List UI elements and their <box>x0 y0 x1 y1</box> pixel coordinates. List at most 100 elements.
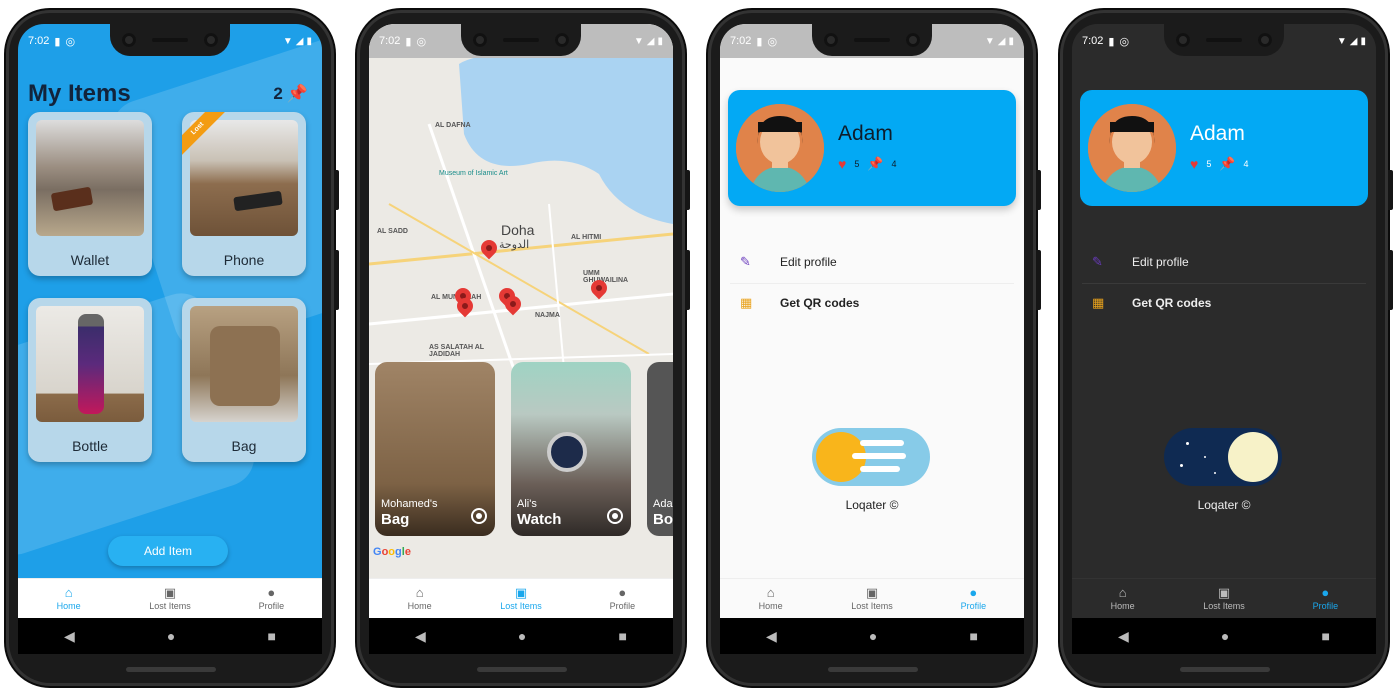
wallet-icon: ▣ <box>514 585 528 600</box>
power-button <box>334 170 339 210</box>
battery-icon: ▮ <box>306 35 312 47</box>
home-icon: ⌂ <box>1118 585 1127 600</box>
home-circle-icon[interactable]: ● <box>1221 628 1229 644</box>
speaker <box>854 38 890 42</box>
back-icon[interactable]: ◀ <box>1118 628 1129 645</box>
back-icon[interactable]: ◀ <box>415 628 426 645</box>
moon-icon <box>1228 432 1278 482</box>
tab-label: Profile <box>258 601 285 611</box>
phone-photo <box>190 120 298 236</box>
home-circle-icon[interactable]: ● <box>869 628 877 644</box>
star <box>1214 472 1216 474</box>
person-icon: ● <box>969 585 978 600</box>
tab-label: Lost Items <box>851 601 893 611</box>
tab-profile[interactable]: ● Profile <box>1275 579 1376 618</box>
tab-label: Home <box>56 601 81 611</box>
avatar[interactable] <box>1088 104 1176 192</box>
hearts-count: 5 <box>1206 159 1212 169</box>
avatar-illustration <box>1088 104 1176 192</box>
tab-home[interactable]: ⌂ Home <box>369 579 470 618</box>
home-circle-icon[interactable]: ● <box>167 628 175 644</box>
tab-home[interactable]: ⌂ Home <box>18 579 119 618</box>
lost-item-card[interactable]: Ali's Watch <box>511 362 631 536</box>
locate-icon[interactable] <box>471 508 487 524</box>
map-label: Museum of Islamic Art <box>439 170 508 177</box>
profile-name: Adam <box>1190 122 1245 145</box>
qr-code-icon: ▦ <box>740 295 753 310</box>
notch <box>812 24 932 56</box>
tab-lost-items[interactable]: ▣ Lost Items <box>821 579 922 618</box>
system-nav-bar: ◀ ● ■ <box>1072 618 1376 654</box>
sync-icon: ◎ <box>767 35 778 48</box>
item-card-wallet[interactable]: Wallet <box>28 112 152 276</box>
volume-button <box>685 250 690 310</box>
lost-item-card[interactable]: Ada Bo <box>647 362 673 536</box>
notch <box>110 24 230 56</box>
clock: 7:02 <box>730 35 752 47</box>
tab-lost-items[interactable]: ▣ Lost Items <box>1173 579 1274 618</box>
system-nav-bar: ◀ ● ■ <box>369 618 673 654</box>
volume-button <box>1388 250 1393 310</box>
theme-toggle[interactable] <box>812 428 930 486</box>
recents-icon[interactable]: ■ <box>969 628 977 644</box>
sim-icon: ▮ <box>1108 35 1115 48</box>
home-icon: ⌂ <box>415 585 424 600</box>
phone-shape <box>233 190 283 212</box>
google-logo: Google <box>373 546 411 558</box>
profile-card: Adam ♥ 5 📌 4 <box>1080 90 1368 206</box>
locate-icon[interactable] <box>607 508 623 524</box>
profile-card: Adam ♥ 5 📌 4 <box>728 90 1016 206</box>
chin-speaker <box>828 667 918 672</box>
signal-icon: ◢ <box>295 35 304 47</box>
menu-edit-profile[interactable]: ✎ Edit profile <box>720 242 1024 282</box>
camera <box>1176 33 1190 47</box>
avatar[interactable] <box>736 104 824 192</box>
signal-icon: ◢ <box>1349 35 1358 47</box>
signal-icon: ◢ <box>997 35 1006 47</box>
recents-icon[interactable]: ■ <box>1321 628 1329 644</box>
tab-profile[interactable]: ● Profile <box>221 579 322 618</box>
back-icon[interactable]: ◀ <box>64 628 75 645</box>
phone-map: AL DAFNA Museum of Islamic Art Doha الدو… <box>357 10 690 686</box>
menu-label: Edit profile <box>1132 255 1189 269</box>
tab-home[interactable]: ⌂ Home <box>1072 579 1173 618</box>
item-card-phone[interactable]: Lost Phone <box>182 112 306 276</box>
camera <box>1258 33 1272 47</box>
notch <box>461 24 581 56</box>
menu-edit-profile[interactable]: ✎ Edit profile <box>1072 242 1376 282</box>
home-circle-icon[interactable]: ● <box>518 628 526 644</box>
tab-lost-items[interactable]: ▣ Lost Items <box>119 579 220 618</box>
bottom-nav: ⌂ Home ▣ Lost Items ● Profile <box>1072 578 1376 618</box>
theme-toggle[interactable] <box>1164 428 1282 486</box>
tab-home[interactable]: ⌂ Home <box>720 579 821 618</box>
map-view[interactable] <box>369 24 673 654</box>
item-card-bottle[interactable]: Bottle <box>28 298 152 462</box>
map-label: AL SADD <box>377 228 408 235</box>
camera <box>122 33 136 47</box>
tab-profile[interactable]: ● Profile <box>923 579 1024 618</box>
system-nav-bar: ◀ ● ■ <box>18 618 322 654</box>
recents-icon[interactable]: ■ <box>618 628 626 644</box>
pencil-icon: ✎ <box>1092 254 1103 269</box>
power-button <box>685 170 690 210</box>
lost-item-card[interactable]: Mohamed's Bag <box>375 362 495 536</box>
menu-qr-codes[interactable]: ▦ Get QR codes <box>720 283 1024 323</box>
recents-icon[interactable]: ■ <box>267 628 275 644</box>
tab-profile[interactable]: ● Profile <box>572 579 673 618</box>
power-button <box>1036 170 1041 210</box>
item-card-bag[interactable]: Bag <box>182 298 306 462</box>
battery-icon: ▮ <box>657 35 663 47</box>
tab-lost-items[interactable]: ▣ Lost Items <box>470 579 571 618</box>
menu-qr-codes[interactable]: ▦ Get QR codes <box>1072 283 1376 323</box>
item-count: 2 📌 <box>273 84 308 104</box>
wallet-shape <box>50 186 94 212</box>
watch-shape <box>547 432 587 472</box>
map-label: Doha <box>501 222 535 238</box>
profile-screen-dark: 7:02▮◎ ▼◢▮ Adam ♥5 📌4 ✎Edit profi <box>1072 24 1376 654</box>
heart-icon: ♥ <box>1190 156 1199 172</box>
back-icon[interactable]: ◀ <box>766 628 777 645</box>
pin-icon: 📌 <box>286 84 308 103</box>
clock: 7:02 <box>1082 35 1104 47</box>
map-label: الدوحة <box>499 239 530 251</box>
add-item-button[interactable]: Add Item <box>108 536 228 566</box>
